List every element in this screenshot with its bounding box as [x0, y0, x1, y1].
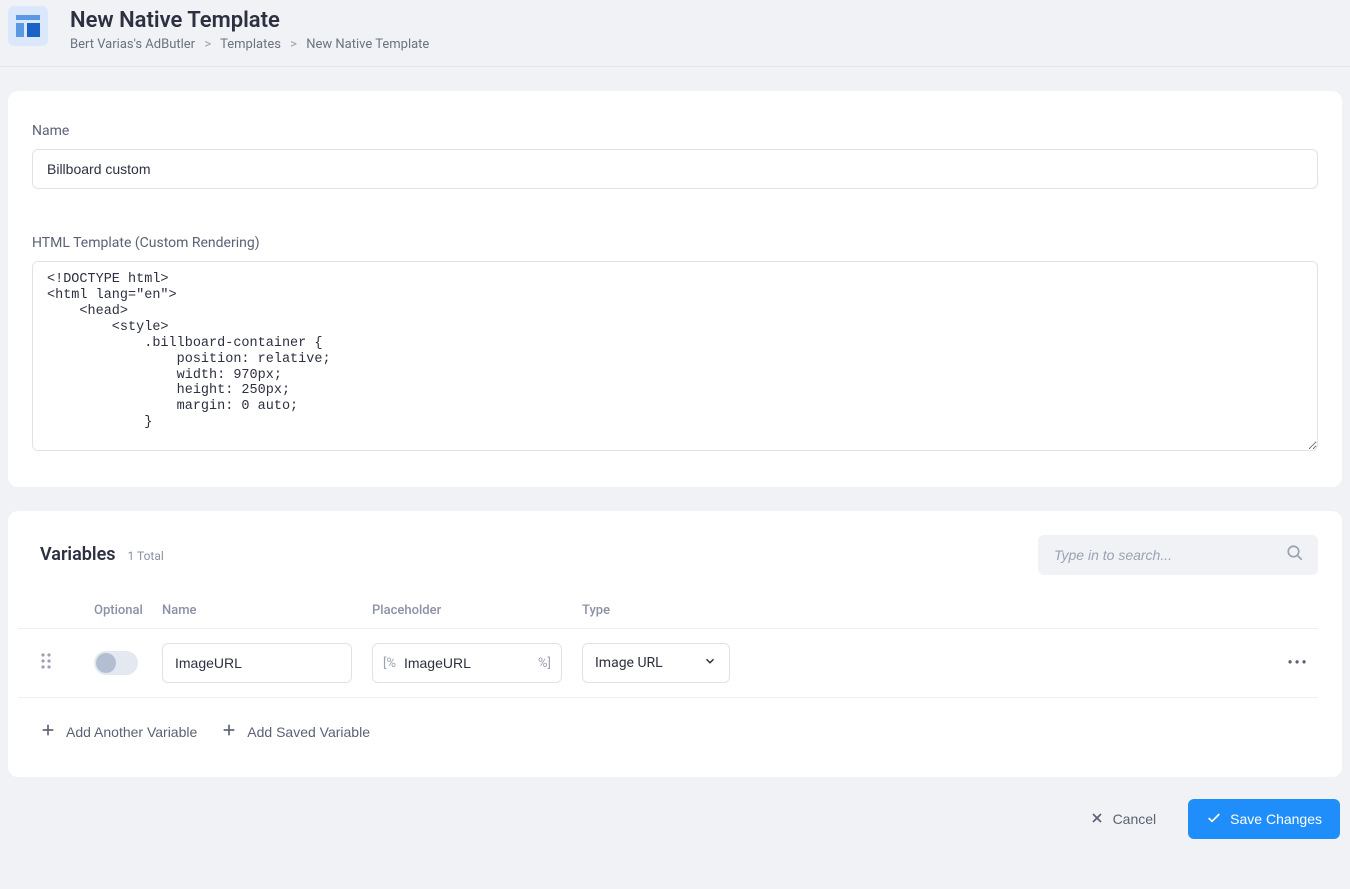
page-title: New Native Template — [70, 8, 429, 33]
variable-name-input[interactable] — [162, 643, 352, 683]
col-type: Type — [582, 603, 732, 618]
col-optional: Optional — [94, 603, 162, 618]
drag-handle-icon[interactable] — [40, 652, 94, 674]
plus-icon — [40, 722, 56, 741]
variable-row: [% %] Image URL ••• — [18, 628, 1318, 698]
variables-card: Variables 1 Total Optional Name Placehol… — [8, 511, 1342, 777]
footer-actions: Cancel Save Changes — [0, 777, 1350, 839]
add-saved-label: Add Saved Variable — [247, 724, 370, 740]
name-label: Name — [32, 123, 1318, 139]
variable-type-value: Image URL — [595, 655, 663, 671]
add-saved-variable-button[interactable]: Add Saved Variable — [221, 722, 370, 741]
chevron-down-icon — [703, 654, 717, 672]
breadcrumb: Bert Varias's AdButler > Templates > New… — [70, 37, 429, 52]
template-icon — [8, 6, 48, 46]
add-another-variable-button[interactable]: Add Another Variable — [40, 722, 197, 741]
variable-type-select[interactable]: Image URL — [582, 643, 730, 683]
placeholder-suffix: %] — [538, 656, 551, 671]
search-icon — [1286, 544, 1304, 566]
variables-count: 1 Total — [128, 549, 164, 563]
template-form-card: Name HTML Template (Custom Rendering) — [8, 91, 1342, 487]
name-input[interactable] — [32, 149, 1318, 189]
variables-title: Variables — [40, 544, 116, 565]
row-more-actions[interactable]: ••• — [1278, 655, 1318, 671]
variable-placeholder-input-wrap: [% %] — [372, 643, 562, 683]
variables-search-input[interactable] — [1038, 535, 1318, 575]
save-changes-button[interactable]: Save Changes — [1188, 799, 1340, 839]
page-header: New Native Template Bert Varias's AdButl… — [0, 0, 1350, 67]
col-name: Name — [162, 603, 372, 618]
placeholder-prefix: [% — [383, 656, 396, 671]
cancel-button[interactable]: Cancel — [1071, 799, 1175, 839]
check-icon — [1206, 810, 1222, 829]
variable-placeholder-input[interactable] — [404, 655, 530, 671]
breadcrumb-section[interactable]: Templates — [220, 37, 281, 52]
breadcrumb-current: New Native Template — [306, 37, 429, 52]
html-template-label: HTML Template (Custom Rendering) — [32, 235, 1318, 251]
add-another-label: Add Another Variable — [66, 724, 197, 740]
close-icon — [1089, 810, 1105, 829]
variables-table-header: Optional Name Placeholder Type — [18, 593, 1318, 628]
plus-icon — [221, 722, 237, 741]
col-placeholder: Placeholder — [372, 603, 582, 618]
breadcrumb-root[interactable]: Bert Varias's AdButler — [70, 37, 195, 52]
optional-toggle[interactable] — [94, 651, 138, 675]
html-template-textarea[interactable] — [32, 261, 1318, 451]
